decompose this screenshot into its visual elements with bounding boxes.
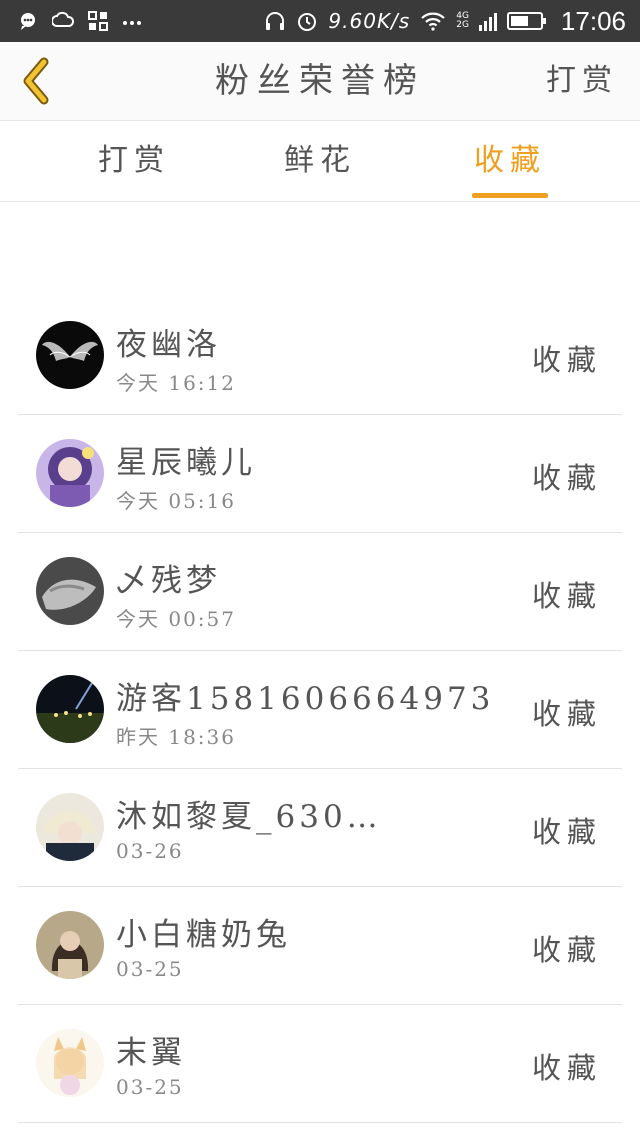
fan-time: 今天 05:16 bbox=[116, 489, 236, 513]
status-bar: 9.60K/s 4G 2G 17:06 bbox=[0, 0, 640, 42]
status-bar-notifications bbox=[18, 0, 142, 42]
tab-bar: 打赏 鲜花 收藏 bbox=[0, 121, 640, 202]
chat-bubble-icon bbox=[18, 11, 38, 31]
fan-list: 夜幽洛 今天 16:12 收藏 星辰曦儿 今天 05:16 收藏 乄残梦 今天 … bbox=[0, 297, 640, 1123]
fan-action: 收藏 bbox=[531, 1051, 602, 1085]
fan-action: 收藏 bbox=[531, 461, 602, 495]
fan-action: 收藏 bbox=[531, 343, 602, 377]
list-item[interactable]: 星辰曦儿 今天 05:16 收藏 bbox=[18, 415, 622, 533]
avatar bbox=[36, 911, 104, 979]
network-speed: 9.60K/s bbox=[328, 9, 411, 33]
fan-time: 今天 00:57 bbox=[116, 607, 236, 631]
alarm-clock-icon bbox=[296, 10, 318, 32]
tab-flowers[interactable]: 鲜花 bbox=[284, 121, 356, 201]
fan-time: 03-25 bbox=[116, 1075, 184, 1099]
avatar bbox=[36, 557, 104, 625]
avatar bbox=[36, 1029, 104, 1097]
fan-name: 沐如黎夏_630… bbox=[116, 799, 382, 835]
clock: 17:06 bbox=[560, 5, 626, 36]
fan-time: 今天 16:12 bbox=[116, 371, 236, 395]
active-tab-indicator bbox=[472, 193, 548, 198]
list-item[interactable]: 游客1581606664973 昨天 18:36 收藏 bbox=[18, 651, 622, 769]
fan-time: 03-26 bbox=[116, 839, 184, 863]
wifi-icon bbox=[420, 11, 446, 31]
fan-time: 03-25 bbox=[116, 957, 184, 981]
fan-action: 收藏 bbox=[531, 697, 602, 731]
tip-button[interactable]: 打赏 bbox=[546, 42, 618, 120]
fan-name: 小白糖奶兔 bbox=[116, 917, 291, 953]
avatar bbox=[36, 793, 104, 861]
network-type: 4G 2G bbox=[456, 12, 469, 30]
page-title: 粉丝荣誉榜 bbox=[215, 61, 425, 101]
fan-name: 夜幽洛 bbox=[116, 327, 221, 363]
list-item[interactable]: 乄残梦 今天 00:57 收藏 bbox=[18, 533, 622, 651]
fan-name: 末翼 bbox=[116, 1035, 186, 1071]
network-type-bottom: 2G bbox=[456, 20, 469, 30]
fan-time: 昨天 18:36 bbox=[116, 725, 236, 749]
fan-action: 收藏 bbox=[531, 579, 602, 613]
tab-tip[interactable]: 打赏 bbox=[98, 121, 170, 201]
sync-cloud-icon bbox=[52, 11, 74, 31]
headphones-icon bbox=[264, 10, 286, 32]
avatar bbox=[36, 439, 104, 507]
avatar bbox=[36, 675, 104, 743]
fan-action: 收藏 bbox=[531, 815, 602, 849]
list-item[interactable]: 小白糖奶兔 03-25 收藏 bbox=[18, 887, 622, 1005]
signal-bars-icon bbox=[478, 11, 497, 31]
status-bar-system: 9.60K/s 4G 2G 17:06 bbox=[264, 0, 626, 42]
list-item[interactable]: 沐如黎夏_630… 03-26 收藏 bbox=[18, 769, 622, 887]
fan-action: 收藏 bbox=[531, 933, 602, 967]
list-item[interactable]: 夜幽洛 今天 16:12 收藏 bbox=[18, 297, 622, 415]
fan-name: 星辰曦儿 bbox=[116, 445, 256, 481]
avatar bbox=[36, 321, 104, 389]
app-grid-icon bbox=[88, 11, 108, 31]
fan-name: 游客1581606664973 bbox=[116, 681, 495, 717]
more-dots-icon bbox=[122, 11, 142, 31]
tab-favorites[interactable]: 收藏 bbox=[474, 121, 546, 201]
battery-icon bbox=[506, 11, 547, 31]
fan-name: 乄残梦 bbox=[116, 563, 221, 599]
list-item[interactable]: 末翼 03-25 收藏 bbox=[18, 1005, 622, 1123]
navigation-bar: 粉丝荣誉榜 打赏 bbox=[0, 42, 640, 121]
